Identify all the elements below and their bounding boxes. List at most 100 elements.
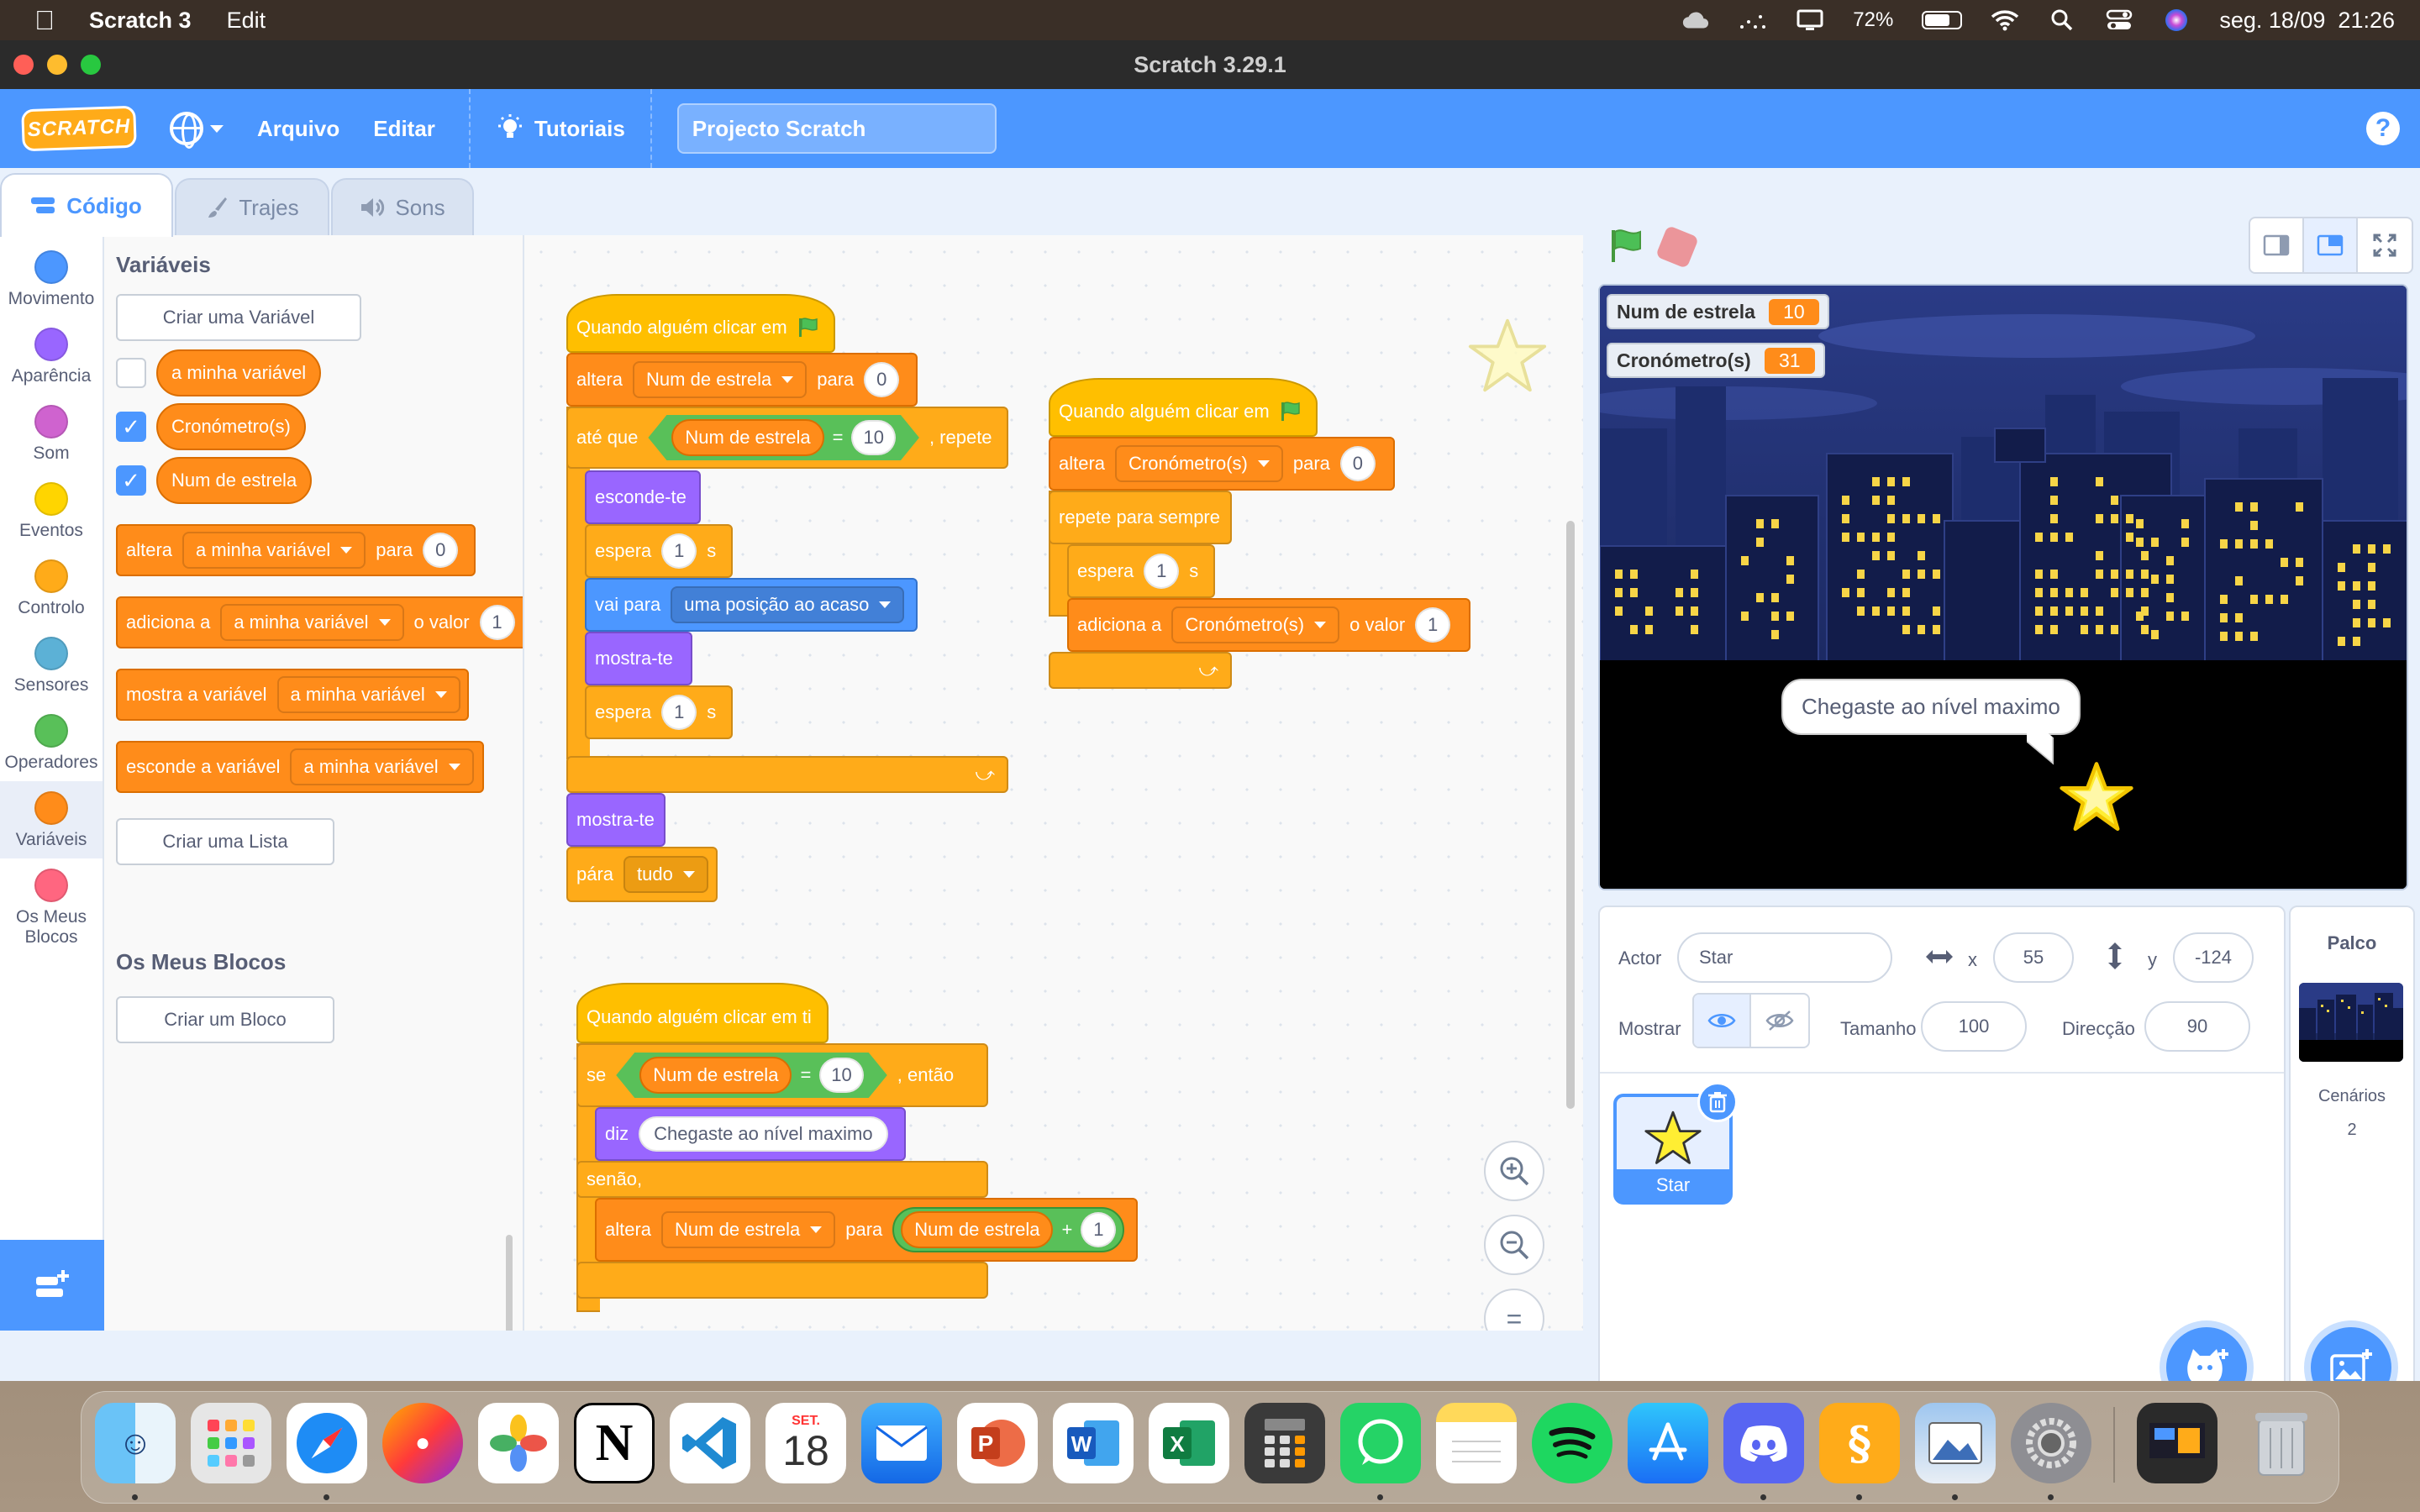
- screenshot-icon[interactable]: [2137, 1403, 2217, 1483]
- choose-sprite-button[interactable]: [2166, 1327, 2247, 1381]
- add-operator[interactable]: Num de estrela + 1: [892, 1207, 1125, 1252]
- spotify-icon[interactable]: [1532, 1403, 1612, 1483]
- preview-icon[interactable]: [1915, 1403, 1996, 1483]
- set-variable-block[interactable]: altera Cronómetro(s) para 0: [1049, 437, 1395, 491]
- variable-monitor[interactable]: Num de estrela 10: [1607, 294, 1829, 329]
- change-variable-block[interactable]: adiciona a a minha variável o valor 1: [116, 596, 523, 648]
- add-extension-button[interactable]: [0, 1240, 104, 1331]
- say-text-input[interactable]: Chegaste ao nível maximo: [639, 1116, 888, 1152]
- control-center-icon[interactable]: [2105, 8, 2133, 32]
- number-input[interactable]: 0: [864, 362, 900, 397]
- clock-datetime[interactable]: seg. 18/09 21:26: [2219, 8, 2395, 34]
- variable-checkbox[interactable]: ✓: [116, 465, 146, 496]
- variable-dropdown[interactable]: Num de estrela: [633, 361, 808, 398]
- repeat-until-footer[interactable]: ⤻: [566, 756, 1008, 793]
- show-variable-block[interactable]: mostra a variável a minha variável: [116, 669, 469, 721]
- forever-footer[interactable]: ⤻: [1049, 652, 1232, 689]
- backdrop-thumbnail[interactable]: [2299, 983, 2403, 1062]
- stage-canvas[interactable]: Num de estrela 10 Cronómetro(s) 31 Chega…: [1598, 284, 2408, 890]
- whatsapp-icon[interactable]: [1340, 1403, 1421, 1483]
- activity-icon[interactable]: [1739, 8, 1767, 32]
- safari-icon[interactable]: [287, 1403, 367, 1483]
- variable-dropdown[interactable]: Cronómetro(s): [1171, 606, 1340, 643]
- number-input[interactable]: 1: [1081, 1212, 1117, 1247]
- tutorials-button[interactable]: Tutoriais: [496, 114, 625, 143]
- excel-icon[interactable]: X: [1149, 1403, 1229, 1483]
- tab-sounds[interactable]: Sons: [331, 178, 474, 235]
- category-sensing[interactable]: Sensores: [0, 637, 103, 696]
- calendar-icon[interactable]: SET. 18: [765, 1403, 846, 1483]
- zoom-in-button[interactable]: [1484, 1141, 1544, 1201]
- number-input[interactable]: 1: [479, 605, 515, 640]
- spotlight-search-icon[interactable]: [2048, 8, 2076, 32]
- launchpad-icon[interactable]: [191, 1403, 271, 1483]
- change-variable-block[interactable]: adiciona a Cronómetro(s) o valor 1: [1067, 598, 1470, 652]
- category-sound[interactable]: Som: [0, 405, 103, 464]
- variable-dropdown[interactable]: a minha variável: [220, 604, 404, 641]
- workspace-vertical-scrollbar[interactable]: [1566, 521, 1575, 1109]
- when-flag-clicked-block[interactable]: Quando alguém clicar em: [566, 294, 835, 353]
- variable-reporter[interactable]: Num de estrela: [671, 419, 823, 456]
- set-variable-block[interactable]: altera Num de estrela para Num de estrel…: [595, 1198, 1138, 1262]
- apple-icon[interactable]: : [32, 6, 57, 34]
- set-variable-block[interactable]: altera a minha variável para 0: [116, 524, 476, 576]
- set-variable-block[interactable]: altera Num de estrela para 0: [566, 353, 918, 407]
- make-variable-button[interactable]: Criar uma Variável: [116, 294, 361, 341]
- number-input[interactable]: 1: [1415, 607, 1451, 643]
- hide-sprite-button[interactable]: [1751, 995, 1808, 1047]
- variable-reporter[interactable]: Num de estrela: [901, 1211, 1054, 1248]
- tab-costumes[interactable]: Trajes: [175, 178, 329, 235]
- finder-icon[interactable]: ☺: [95, 1403, 176, 1483]
- when-flag-clicked-block[interactable]: Quando alguém clicar em: [1049, 378, 1318, 437]
- wait-block[interactable]: espera 1 s: [585, 685, 733, 739]
- powerpoint-icon[interactable]: P: [957, 1403, 1038, 1483]
- number-input[interactable]: 1: [661, 533, 697, 569]
- forever-block[interactable]: repete para sempre: [1049, 491, 1232, 544]
- notion-icon[interactable]: N: [574, 1403, 655, 1483]
- repeat-until-block[interactable]: até que Num de estrela = 10 , repete: [566, 407, 1008, 469]
- number-input[interactable]: 10: [851, 420, 895, 455]
- display-icon[interactable]: [1796, 8, 1824, 32]
- choose-backdrop-button[interactable]: [2311, 1327, 2391, 1381]
- say-block[interactable]: diz Chegaste ao nível maximo: [595, 1107, 906, 1161]
- calculator-icon[interactable]: [1244, 1403, 1325, 1483]
- category-variables[interactable]: Variáveis: [0, 781, 103, 858]
- size-input[interactable]: 100: [1921, 1001, 2027, 1052]
- small-stage-button[interactable]: [2250, 218, 2304, 272]
- mail-icon[interactable]: [861, 1403, 942, 1483]
- vscode-icon[interactable]: [670, 1403, 750, 1483]
- wait-block[interactable]: espera 1 s: [1067, 544, 1215, 598]
- notes-icon[interactable]: [1436, 1403, 1517, 1483]
- project-title-input[interactable]: Projecto Scratch: [676, 103, 997, 154]
- scratch-icon[interactable]: §: [1819, 1403, 1900, 1483]
- delete-sprite-button[interactable]: [1697, 1082, 1738, 1122]
- appstore-icon[interactable]: [1628, 1403, 1708, 1483]
- number-input[interactable]: 1: [1144, 554, 1180, 589]
- palette-scrollbar[interactable]: [506, 1235, 513, 1331]
- file-menu[interactable]: Arquivo: [257, 116, 339, 142]
- edit-menu[interactable]: Edit: [227, 8, 266, 34]
- stop-block[interactable]: pára tudo: [566, 847, 718, 902]
- number-input[interactable]: 0: [423, 533, 459, 568]
- category-looks[interactable]: Aparência: [0, 328, 103, 386]
- stop-dropdown[interactable]: tudo: [623, 856, 708, 893]
- equals-operator[interactable]: Num de estrela = 10: [648, 415, 919, 460]
- number-input[interactable]: 1: [661, 695, 697, 730]
- variable-dropdown[interactable]: a minha variável: [182, 532, 366, 569]
- variable-checkbox[interactable]: ✓: [116, 412, 146, 442]
- edit-menu-scratch[interactable]: Editar: [373, 116, 435, 142]
- fullscreen-button[interactable]: [2358, 218, 2412, 272]
- show-sprite-button[interactable]: [1694, 995, 1751, 1047]
- variable-dropdown[interactable]: Num de estrela: [661, 1211, 836, 1248]
- category-control[interactable]: Controlo: [0, 559, 103, 618]
- variable-reporter[interactable]: Num de estrela: [156, 457, 313, 504]
- zoom-reset-button[interactable]: =: [1484, 1289, 1544, 1331]
- photos-icon[interactable]: [478, 1403, 559, 1483]
- make-list-button[interactable]: Criar uma Lista: [116, 818, 334, 865]
- siri-icon[interactable]: [2162, 8, 2191, 32]
- equals-operator[interactable]: Num de estrela = 10: [616, 1053, 887, 1098]
- wait-block[interactable]: espera 1 s: [585, 524, 733, 578]
- when-sprite-clicked-block[interactable]: Quando alguém clicar em ti: [576, 983, 829, 1043]
- variable-dropdown[interactable]: Cronómetro(s): [1115, 445, 1283, 482]
- normal-stage-button[interactable]: [2304, 218, 2358, 272]
